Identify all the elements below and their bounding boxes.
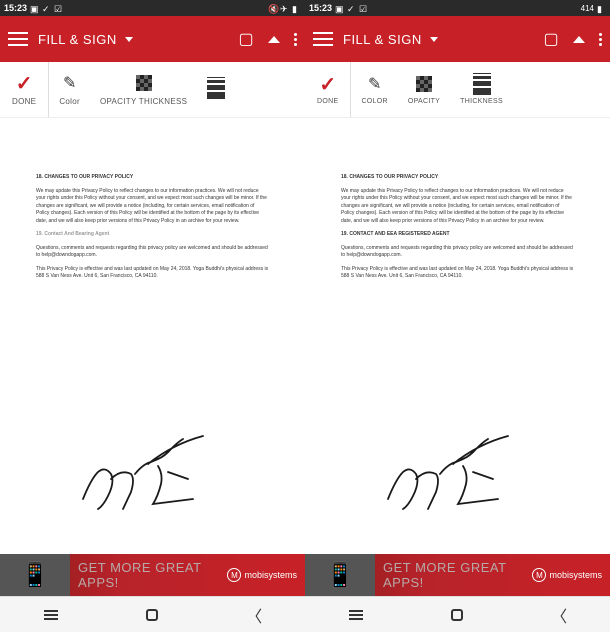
check-icon-2: ☑ — [359, 4, 368, 13]
signature-svg — [368, 424, 548, 524]
ad-logo: M mobisystems — [532, 568, 602, 582]
nav-back[interactable]: 〈 — [550, 606, 568, 624]
thickness-icon — [473, 73, 491, 95]
chevron-up-icon[interactable] — [573, 36, 585, 43]
doc-paragraph: This Privacy Policy is effective and was… — [341, 266, 574, 281]
mute-icon: 🔇 — [268, 4, 277, 13]
app-bar: FILL & SIGN ▢ — [305, 16, 610, 62]
doc-paragraph: Questions, comments and requests regardi… — [36, 245, 269, 260]
airplane-icon: ✈ — [280, 4, 289, 13]
pen-icon: ✎ — [368, 74, 381, 94]
opacity-button[interactable]: OPACITY — [398, 62, 450, 117]
nav-back[interactable]: 〈 — [245, 606, 263, 624]
dropdown-icon[interactable] — [430, 37, 438, 42]
status-time: 15:23 — [4, 3, 27, 13]
doc-paragraph: This Privacy Policy is effective and was… — [36, 266, 269, 281]
battery-icon: ▮ — [597, 4, 606, 13]
ad-image: 📱 — [0, 554, 70, 596]
status-time: 15:23 — [309, 3, 332, 13]
bookmark-icon[interactable]: ▢ — [238, 31, 254, 47]
thickness-button[interactable] — [197, 62, 235, 117]
system-nav: 〈 — [0, 596, 305, 632]
done-button[interactable]: ✓ DONE — [305, 62, 351, 117]
check-icon: ✓ — [347, 4, 356, 13]
nav-recent[interactable] — [347, 606, 365, 624]
menu-icon[interactable] — [8, 32, 28, 46]
nav-home[interactable] — [448, 606, 466, 624]
doc-paragraph: We may update this Privacy Policy to ref… — [36, 188, 269, 226]
opacity-button[interactable]: OPACITY THICKNESS — [90, 62, 197, 117]
status-bar: 15:23 ▣ ✓ ☑ 🔇 ✈ ▮ — [0, 0, 305, 16]
ad-text: GET MORE GREAT APPS! — [383, 560, 532, 590]
gallery-icon: ▣ — [30, 4, 39, 13]
doc-heading-18: 18. CHANGES TO OUR PRIVACY POLICY — [341, 174, 574, 182]
ad-text: GET MORE GREAT APPS! — [78, 560, 227, 590]
done-button[interactable]: ✓ DONE — [0, 62, 49, 117]
document-view[interactable]: 18. CHANGES TO OUR PRIVACY POLICY We may… — [0, 118, 305, 554]
bookmark-icon[interactable]: ▢ — [543, 31, 559, 47]
ad-banner[interactable]: 📱 GET MORE GREAT APPS! M mobisystems — [0, 554, 305, 596]
more-icon[interactable] — [294, 33, 297, 46]
battery-icon: ▮ — [292, 4, 301, 13]
ad-banner[interactable]: 📱 GET MORE GREAT APPS! M mobisystems — [305, 554, 610, 596]
check-icon-2: ☑ — [54, 4, 63, 13]
system-nav: 〈 — [305, 596, 610, 632]
nav-home[interactable] — [143, 606, 161, 624]
ad-image: 📱 — [305, 554, 375, 596]
check-icon: ✓ — [16, 73, 33, 93]
battery-percent: 414 — [581, 4, 594, 13]
more-icon[interactable] — [599, 33, 602, 46]
color-button[interactable]: ✎ Color — [49, 62, 90, 117]
nav-recent[interactable] — [42, 606, 60, 624]
tool-bar: ✓ DONE ✎ Color OPACITY THICKNESS — [0, 62, 305, 118]
gallery-icon: ▣ — [335, 4, 344, 13]
tool-bar: ✓ DONE ✎ COLOR OPACITY THICKNESS — [305, 62, 610, 118]
app-title[interactable]: FILL & SIGN — [343, 32, 422, 47]
color-button[interactable]: ✎ COLOR — [351, 62, 397, 117]
dropdown-icon[interactable] — [125, 37, 133, 42]
doc-paragraph: Questions, comments and requests regardi… — [341, 245, 574, 260]
check-icon: ✓ — [42, 4, 51, 13]
doc-heading-19: 19. Contact And Bearing Agent — [36, 231, 269, 239]
status-bar: 15:23 ▣ ✓ ☑ 414 ▮ — [305, 0, 610, 16]
signature[interactable] — [305, 424, 610, 524]
document-view[interactable]: 18. CHANGES TO OUR PRIVACY POLICY We may… — [305, 118, 610, 554]
chevron-up-icon[interactable] — [268, 36, 280, 43]
doc-paragraph: We may update this Privacy Policy to ref… — [341, 188, 574, 226]
thickness-icon — [207, 77, 225, 99]
doc-heading-19: 19. CONTACT AND EEA REGISTERED AGENT — [341, 231, 574, 239]
opacity-icon — [136, 75, 152, 91]
ad-logo: M mobisystems — [227, 568, 297, 582]
menu-icon[interactable] — [313, 32, 333, 46]
thickness-button[interactable]: THICKNESS — [450, 62, 513, 117]
doc-heading-18: 18. CHANGES TO OUR PRIVACY POLICY — [36, 174, 269, 182]
app-bar: FILL & SIGN ▢ — [0, 16, 305, 62]
check-icon: ✓ — [319, 74, 336, 94]
app-title[interactable]: FILL & SIGN — [38, 32, 117, 47]
signature[interactable] — [0, 424, 305, 524]
opacity-icon — [416, 76, 432, 92]
signature-svg — [63, 424, 243, 524]
pen-icon: ✎ — [63, 73, 76, 93]
